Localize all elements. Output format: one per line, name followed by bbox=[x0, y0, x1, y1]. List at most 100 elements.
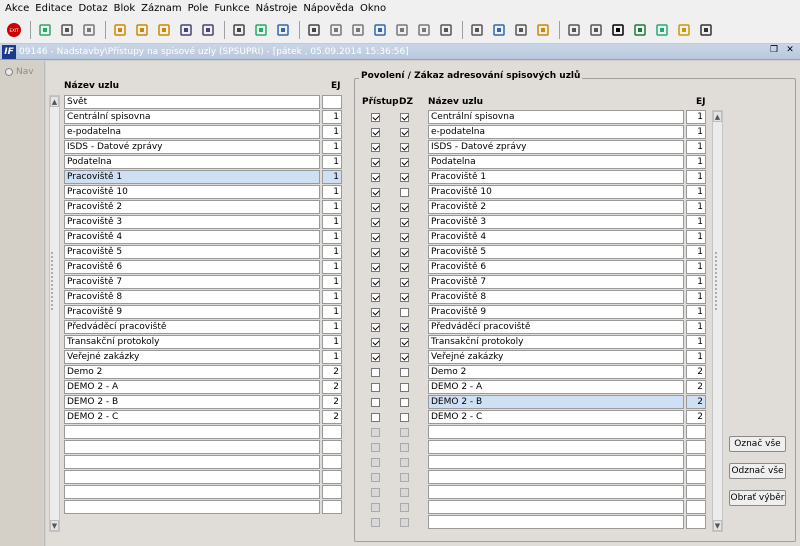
right-node-ej[interactable]: 1 bbox=[686, 200, 706, 214]
cut-icon[interactable] bbox=[304, 20, 324, 40]
left-node-name[interactable]: DEMO 2 - B bbox=[64, 395, 320, 409]
right-node-ej[interactable] bbox=[686, 470, 706, 484]
dz-checkbox[interactable] bbox=[400, 518, 409, 527]
left-node-name[interactable]: Pracoviště 4 bbox=[64, 230, 320, 244]
left-node-name[interactable] bbox=[64, 440, 320, 454]
dz-checkbox[interactable] bbox=[400, 473, 409, 482]
left-node-ej[interactable]: 1 bbox=[322, 185, 342, 199]
warning-icon[interactable] bbox=[533, 20, 553, 40]
left-node-name[interactable]: Pracoviště 8 bbox=[64, 290, 320, 304]
dz-checkbox[interactable] bbox=[400, 338, 409, 347]
left-scrollbar[interactable]: ▲ ▼ bbox=[49, 95, 60, 532]
right-node-ej[interactable]: 1 bbox=[686, 230, 706, 244]
menu-item[interactable]: Nástroje bbox=[253, 0, 301, 17]
dz-checkbox[interactable] bbox=[400, 443, 409, 452]
right-node-name[interactable]: Podatelna bbox=[428, 155, 684, 169]
dz-checkbox[interactable] bbox=[400, 488, 409, 497]
menu-item[interactable]: Okno bbox=[357, 0, 389, 17]
right-node-ej[interactable]: 1 bbox=[686, 260, 706, 274]
left-node-ej[interactable]: 1 bbox=[322, 230, 342, 244]
left-node-name[interactable]: Pracoviště 6 bbox=[64, 260, 320, 274]
right-node-ej[interactable]: 1 bbox=[686, 275, 706, 289]
left-grip-handle[interactable] bbox=[50, 251, 54, 311]
right-node-name[interactable]: e-podatelna bbox=[428, 125, 684, 139]
access-checkbox[interactable] bbox=[371, 218, 380, 227]
invert-selection-button[interactable]: Obrať výběr bbox=[729, 490, 786, 506]
access-checkbox[interactable] bbox=[371, 443, 380, 452]
left-node-ej[interactable] bbox=[322, 455, 342, 469]
left-node-name[interactable]: Pracoviště 5 bbox=[64, 245, 320, 259]
left-node-ej[interactable] bbox=[322, 440, 342, 454]
right-node-name[interactable]: Pracoviště 10 bbox=[428, 185, 684, 199]
right-node-ej[interactable]: 1 bbox=[686, 320, 706, 334]
right-node-ej[interactable] bbox=[686, 485, 706, 499]
left-node-name[interactable] bbox=[64, 485, 320, 499]
right-node-name[interactable] bbox=[428, 455, 684, 469]
save-icon[interactable] bbox=[35, 20, 55, 40]
access-checkbox[interactable] bbox=[371, 278, 380, 287]
dz-checkbox[interactable] bbox=[400, 458, 409, 467]
right-node-ej[interactable]: 2 bbox=[686, 365, 706, 379]
access-checkbox[interactable] bbox=[371, 173, 380, 182]
menu-item[interactable]: Dotaz bbox=[75, 0, 110, 17]
right-node-ej[interactable]: 1 bbox=[686, 110, 706, 124]
lock-icon[interactable] bbox=[674, 20, 694, 40]
right-node-ej[interactable]: 2 bbox=[686, 395, 706, 409]
left-node-name[interactable]: ISDS - Datové zprávy bbox=[64, 140, 320, 154]
right-node-ej[interactable]: 1 bbox=[686, 170, 706, 184]
access-checkbox[interactable] bbox=[371, 428, 380, 437]
left-node-name[interactable]: Pracoviště 1 bbox=[64, 170, 320, 184]
menu-item[interactable]: Záznam bbox=[138, 0, 184, 17]
select-all-button[interactable]: Označ vše bbox=[729, 436, 786, 452]
access-checkbox[interactable] bbox=[371, 518, 380, 527]
left-node-ej[interactable]: 1 bbox=[322, 155, 342, 169]
access-checkbox[interactable] bbox=[371, 203, 380, 212]
find-icon[interactable] bbox=[370, 20, 390, 40]
right-node-name[interactable]: Centrální spisovna bbox=[428, 110, 684, 124]
left-node-ej[interactable]: 1 bbox=[322, 215, 342, 229]
access-checkbox[interactable] bbox=[371, 503, 380, 512]
left-node-ej[interactable]: 1 bbox=[322, 110, 342, 124]
menu-item[interactable]: Pole bbox=[185, 0, 212, 17]
right-node-name[interactable]: Transakční protokoly bbox=[428, 335, 684, 349]
report-icon[interactable] bbox=[564, 20, 584, 40]
right-node-name[interactable]: Pracoviště 9 bbox=[428, 305, 684, 319]
dz-checkbox[interactable] bbox=[400, 428, 409, 437]
deselect-all-button[interactable]: Odznač vše bbox=[729, 463, 786, 479]
access-checkbox[interactable] bbox=[371, 143, 380, 152]
scroll-down-icon[interactable]: ▼ bbox=[713, 520, 722, 531]
access-checkbox[interactable] bbox=[371, 263, 380, 272]
right-node-name[interactable]: DEMO 2 - A bbox=[428, 380, 684, 394]
right-node-name[interactable]: DEMO 2 - B bbox=[428, 395, 684, 409]
left-node-ej[interactable]: 1 bbox=[322, 335, 342, 349]
right-node-name[interactable]: Pracoviště 4 bbox=[428, 230, 684, 244]
access-checkbox[interactable] bbox=[371, 113, 380, 122]
help-icon[interactable] bbox=[696, 20, 716, 40]
left-node-name[interactable] bbox=[64, 425, 320, 439]
left-node-ej[interactable]: 1 bbox=[322, 245, 342, 259]
left-node-name[interactable]: Transakční protokoly bbox=[64, 335, 320, 349]
right-node-name[interactable] bbox=[428, 500, 684, 514]
copy-icon[interactable] bbox=[326, 20, 346, 40]
right-node-name[interactable]: Pracoviště 7 bbox=[428, 275, 684, 289]
dz-checkbox[interactable] bbox=[400, 188, 409, 197]
dz-checkbox[interactable] bbox=[400, 218, 409, 227]
left-node-name[interactable]: Demo 2 bbox=[64, 365, 320, 379]
save-record-icon[interactable] bbox=[251, 20, 271, 40]
right-node-ej[interactable] bbox=[686, 440, 706, 454]
right-node-name[interactable]: ISDS - Datové zprávy bbox=[428, 140, 684, 154]
left-node-ej[interactable]: 1 bbox=[322, 305, 342, 319]
exit-icon[interactable]: EXIT bbox=[4, 20, 24, 40]
menu-item[interactable]: Editace bbox=[32, 0, 75, 17]
right-scrollbar[interactable]: ▲ ▼ bbox=[712, 110, 723, 532]
excel-icon[interactable] bbox=[630, 20, 650, 40]
access-checkbox[interactable] bbox=[371, 308, 380, 317]
left-node-name[interactable]: Pracoviště 3 bbox=[64, 215, 320, 229]
left-node-ej[interactable] bbox=[322, 425, 342, 439]
insert-row-icon[interactable] bbox=[392, 20, 412, 40]
dz-checkbox[interactable] bbox=[400, 308, 409, 317]
sum-icon[interactable] bbox=[608, 20, 628, 40]
access-checkbox[interactable] bbox=[371, 158, 380, 167]
access-checkbox[interactable] bbox=[371, 473, 380, 482]
dz-checkbox[interactable] bbox=[400, 278, 409, 287]
